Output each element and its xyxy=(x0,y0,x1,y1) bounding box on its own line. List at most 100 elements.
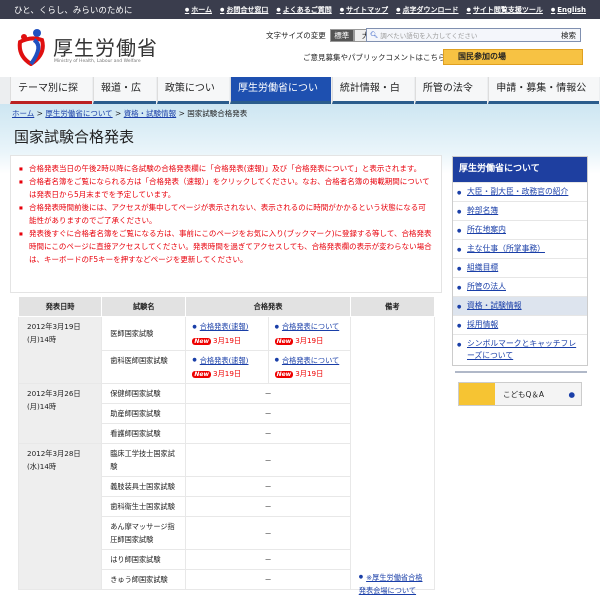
link-english[interactable]: English xyxy=(551,6,586,14)
exam-name: 義肢装具士国家試験 xyxy=(101,476,187,497)
search-box: 🔍︎ 調べたい語句を入力してください 検索 xyxy=(366,28,581,42)
sidebar-link[interactable]: 採用情報 xyxy=(467,320,498,329)
sidebar-link[interactable]: 資格・試験情報 xyxy=(467,301,522,310)
exam-name: あん摩マッサージ指圧師国家試験 xyxy=(101,516,187,550)
results-table: 発表日時 試験名 合格発表 備考 2012年3月19日(月)14時 医師国家試験… xyxy=(17,296,436,595)
global-nav: テーマ別に探す 報道・広報 政策について 厚生労働省について 統計情報・白書 所… xyxy=(0,77,600,118)
children-icon xyxy=(459,383,495,405)
link-braille[interactable]: 点字ダウンロード xyxy=(396,5,459,15)
nav-statistics[interactable]: 統計情報・白書 xyxy=(331,77,414,118)
sokuho-link[interactable]: 合格発表(速報) xyxy=(192,322,249,331)
logo-subtitle: Ministry of Health, Labour and Welfare xyxy=(54,59,141,64)
result-date: 3月19日 xyxy=(213,335,242,345)
link-home[interactable]: ホーム xyxy=(185,5,212,15)
sidebar-link[interactable]: 組織目標 xyxy=(467,263,498,272)
new-badge: New xyxy=(274,371,294,378)
exam-name: 医師国家試験 xyxy=(101,316,187,351)
kodomo-label: こどもQ＆A xyxy=(503,389,545,399)
date-cell: 2012年3月19日(月)14時 xyxy=(17,316,103,384)
sidebar-item-duties[interactable]: 主な仕事（所掌事務） xyxy=(453,239,587,258)
nav-press[interactable]: 報道・広報 xyxy=(93,77,156,118)
search-button[interactable]: 検索 xyxy=(561,30,580,41)
exam-name: 臨床工学技士国家試験 xyxy=(101,443,187,477)
table-row: 2012年3月19日(月)14時 医師国家試験 合格発表(速報)New3月19日… xyxy=(17,316,436,595)
nav-applications[interactable]: 申請・募集・情報公開 xyxy=(488,77,599,118)
new-badge: New xyxy=(192,371,212,378)
header: 厚生労働省 Ministry of Health, Labour and Wel… xyxy=(0,19,600,77)
link-faq[interactable]: よくあるご質問 xyxy=(276,5,332,15)
search-icon: 🔍︎ xyxy=(370,31,379,39)
kodomo-qa-button[interactable]: こどもQ＆A ● xyxy=(458,382,582,406)
arrow-icon: ● xyxy=(568,389,575,399)
result-empty: － xyxy=(185,549,351,570)
result-about: 合格発表について New3月19日 xyxy=(267,349,351,384)
exam-name: きゅう師国家試験 xyxy=(101,569,187,590)
new-badge: New xyxy=(274,337,294,345)
kokumin-button[interactable]: 国民参加の場 xyxy=(443,49,583,65)
crumb-qualifications[interactable]: 資格・試験情報 xyxy=(124,109,177,118)
notice-list: 合格発表当日の午後2時以降に各試験の合格発表欄に「合格発表(速報)」及び「合格発… xyxy=(10,155,442,293)
sidebar-link[interactable]: 主な仕事（所掌事務） xyxy=(467,244,545,253)
result-empty: － xyxy=(185,443,351,477)
opinion-text: ご意見募集やパブリックコメントはこちら xyxy=(303,53,446,62)
sidebar-link[interactable]: 幹部名簿 xyxy=(467,206,498,215)
sidebar-item-location[interactable]: 所在地案内 xyxy=(453,220,587,239)
about-link[interactable]: 合格発表について xyxy=(275,322,339,331)
result-empty: － xyxy=(185,403,351,424)
sidebar-item-symbol[interactable]: シンボルマークとキャッチフレーズについて xyxy=(453,334,587,365)
result-empty: － xyxy=(185,476,351,497)
page-title: 国家試験合格発表 xyxy=(14,128,135,146)
sidebar-link[interactable]: 所在地案内 xyxy=(467,225,506,234)
nav-policy[interactable]: 政策について xyxy=(156,77,229,118)
new-badge: New xyxy=(192,337,212,345)
result-sokuho: 合格発表(速報) New3月19日 xyxy=(185,349,269,384)
top-bar: ひと、くらし、みらいのために ホーム お問合せ窓口 よくあるご質問 サイトマップ… xyxy=(0,0,600,19)
remarks-cell: ※厚生労働省合格発表会場について xyxy=(349,316,436,595)
sidebar-item-goals[interactable]: 組織目標 xyxy=(453,258,587,277)
font-size-standard[interactable]: 標準 xyxy=(329,29,354,42)
utility-links: ホーム お問合せ窓口 よくあるご質問 サイトマップ 点字ダウンロード サイト閲覧… xyxy=(185,5,586,15)
nav-laws[interactable]: 所管の法令等 xyxy=(414,77,488,118)
sidebar-item-executives[interactable]: 幹部名簿 xyxy=(453,201,587,220)
breadcrumb: ホーム > 厚生労働省について > 資格・試験情報 > 国家試験合格発表 xyxy=(12,109,248,118)
about-link[interactable]: 合格発表について xyxy=(275,356,339,365)
header-result: 合格発表 xyxy=(185,296,351,317)
link-contact[interactable]: お問合せ窓口 xyxy=(220,5,268,15)
sokuho-link[interactable]: 合格発表(速報) xyxy=(192,356,249,365)
nav-theme[interactable]: テーマ別に探す xyxy=(10,77,92,118)
result-empty: － xyxy=(185,569,351,590)
logo-title[interactable]: 厚生労働省 xyxy=(53,32,158,61)
result-empty: － xyxy=(185,383,351,404)
exam-name: 助産師国家試験 xyxy=(101,403,187,424)
result-empty: － xyxy=(185,423,351,444)
exam-name: 歯科医師国家試験 xyxy=(101,349,187,384)
sidebar-link[interactable]: 所管の法人 xyxy=(467,282,506,291)
crumb-home[interactable]: ホーム xyxy=(12,109,34,118)
font-size-label: 文字サイズの変更 xyxy=(266,31,326,40)
sidebar-link[interactable]: シンボルマークとキャッチフレーズについて xyxy=(467,339,576,360)
link-accessibility[interactable]: サイト閲覧支援ツール xyxy=(467,5,543,15)
notice-item: 合格者名簿をご覧になられる方は「合格発表（速報）」をクリックしてください。なお、… xyxy=(19,175,433,201)
sidebar-title[interactable]: 厚生労働省について xyxy=(453,157,587,182)
nav-about[interactable]: 厚生労働省について xyxy=(230,77,331,118)
sidebar-item-corporations[interactable]: 所管の法人 xyxy=(453,277,587,296)
table-header: 発表日時 試験名 合格発表 備考 xyxy=(17,296,436,317)
sidebar-item-qualifications[interactable]: 資格・試験情報 xyxy=(453,296,587,315)
link-sitemap[interactable]: サイトマップ xyxy=(340,5,388,15)
date-cell: 2012年3月26日(月)14時 xyxy=(17,383,103,444)
header-date: 発表日時 xyxy=(17,296,103,317)
search-input[interactable]: 調べたい語句を入力してください xyxy=(380,30,477,40)
notice-item: 合格発表当日の午後2時以降に各試験の合格発表欄に「合格発表(速報)」及び「合格発… xyxy=(19,162,433,175)
header-exam: 試験名 xyxy=(101,296,187,317)
sidebar-link[interactable]: 大臣・副大臣・政務官の紹介 xyxy=(467,187,568,196)
tagline: ひと、くらし、みらいのために xyxy=(14,5,133,16)
crumb-about[interactable]: 厚生労働省について xyxy=(45,109,112,118)
sidebar-item-recruitment[interactable]: 採用情報 xyxy=(453,315,587,334)
exam-name: 歯科衛生士国家試験 xyxy=(101,496,187,517)
result-sokuho: 合格発表(速報) New3月19日 xyxy=(185,316,269,351)
mhlw-logo-icon[interactable] xyxy=(16,28,46,66)
exam-name: 看護師国家試験 xyxy=(101,423,187,444)
venue-link[interactable]: ※厚生労働省合格発表会場について xyxy=(359,573,423,596)
result-date: 3月19日 xyxy=(213,369,242,378)
sidebar-item-ministers[interactable]: 大臣・副大臣・政務官の紹介 xyxy=(453,182,587,201)
